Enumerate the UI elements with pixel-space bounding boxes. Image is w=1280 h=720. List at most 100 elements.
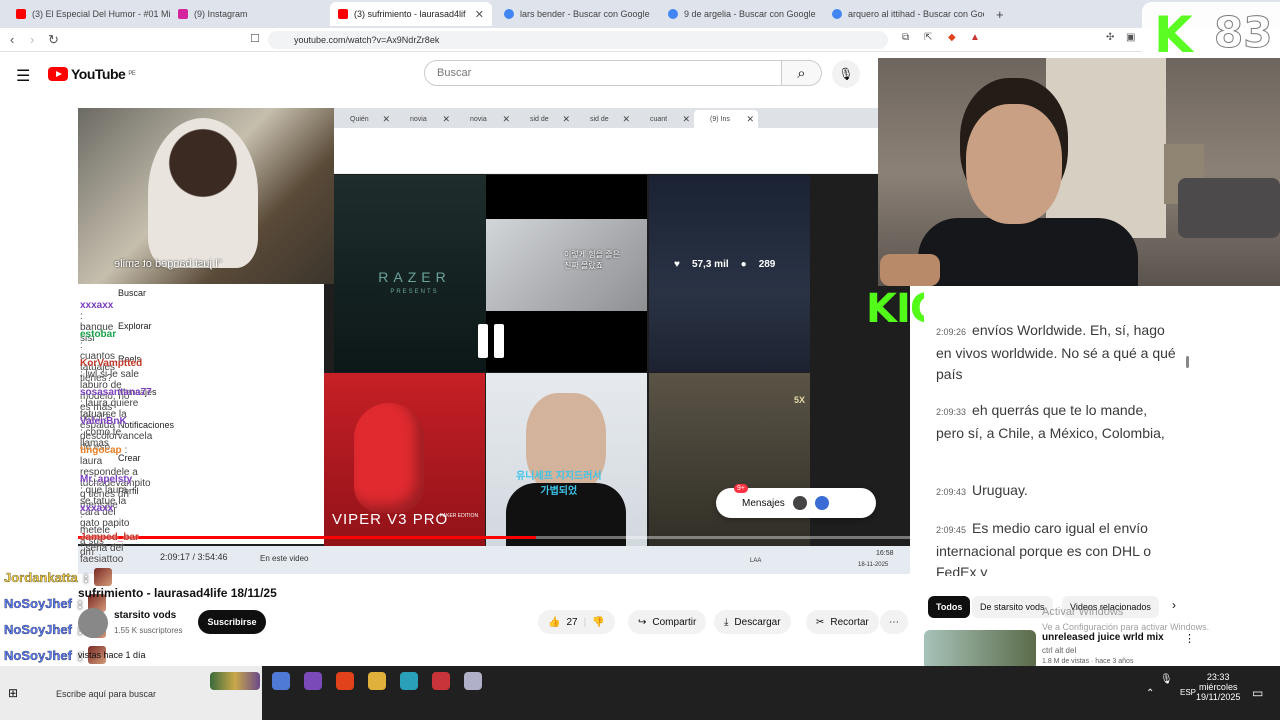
- comments-count: 289: [758, 259, 776, 270]
- ig-nav-item: Buscar: [118, 288, 147, 298]
- video-player[interactable]: Quién ✕ novia ✕ novia ✕ sid de ✕ sid de ✕ cua…: [78, 108, 910, 574]
- transcript-scrollbar[interactable]: [1186, 356, 1189, 368]
- thumbs-down-icon: 👎: [592, 616, 605, 628]
- search-button[interactable]: ⌕: [782, 60, 822, 86]
- browser-tab[interactable]: 9 de argelia - Buscar con Google: [660, 2, 824, 26]
- related-video[interactable]: unreleased juice wrld mix ctrl alt del 1…: [924, 630, 1195, 670]
- chip-channel[interactable]: De starsito vods: [972, 596, 1053, 618]
- captured-tab: novia ✕: [470, 113, 510, 124]
- desk-caption: 이렇게 힘을 줄은 진짜 몰랐죠: [564, 250, 620, 270]
- video-title: sufrimiento - laurasad4life 18/11/25: [78, 586, 277, 600]
- menu-icon[interactable]: ☰: [16, 66, 30, 86]
- notifications-icon[interactable]: ▭: [1252, 686, 1263, 700]
- microphone-tray-icon[interactable]: 🎙: [1160, 674, 1173, 685]
- related-menu-icon[interactable]: ⋮: [1184, 632, 1195, 645]
- taskbar-app-icon[interactable]: [432, 672, 450, 690]
- subscribe-button[interactable]: Suscribirse: [198, 610, 266, 634]
- new-tab-button[interactable]: +: [988, 2, 1008, 26]
- share-icon[interactable]: ⇱: [924, 32, 932, 43]
- clock-date: 19/11/2025: [1196, 692, 1241, 702]
- captured-date: 18-11-2025: [858, 562, 889, 568]
- channel-row: starsito vods 1.55 K suscriptores Suscri…: [78, 608, 278, 638]
- tray-chevron-icon[interactable]: ⌃: [1146, 688, 1154, 699]
- reload-icon[interactable]: ↻: [48, 32, 59, 48]
- pause-icon[interactable]: [478, 324, 504, 358]
- browser-tab[interactable]: arquero al ittihad - Buscar con Goog: [824, 2, 984, 26]
- captured-tab: cuant ✕: [650, 113, 690, 124]
- streamer-hand: [880, 254, 940, 286]
- like-dislike-button[interactable]: 👍 27 | 👎: [538, 610, 615, 634]
- overlay-chat-user: tingocap: [80, 445, 122, 456]
- share-button[interactable]: ↪ Compartir: [628, 610, 707, 634]
- transcript-text: Uruguay.: [972, 482, 1028, 498]
- likes-count: 57,3 mil: [691, 259, 729, 270]
- youtube-favicon-icon: [338, 9, 348, 19]
- chat-username: NoSoyJhef: [4, 621, 72, 637]
- forward-icon[interactable]: ›: [30, 32, 34, 47]
- voice-search-button[interactable]: 🎙: [832, 60, 860, 88]
- post-stats: ♥ 57,3 mil ● 289: [674, 259, 775, 270]
- transcript-line[interactable]: 2:09:33 eh querrás que te lo mande, pero …: [936, 400, 1176, 444]
- back-icon[interactable]: ‹: [10, 32, 14, 47]
- taskbar-brave-icon[interactable]: [336, 672, 354, 690]
- channel-name[interactable]: starsito vods: [114, 610, 176, 621]
- sidebar-icon[interactable]: ▣: [1126, 32, 1135, 43]
- transcript-text: Es medio caro igual el envío internacion…: [936, 520, 1152, 576]
- comment-icon: ●: [740, 259, 747, 270]
- browser-tab[interactable]: (3) El Especial Del Humor - #01 Mich: [8, 2, 170, 26]
- transcript-line[interactable]: 2:09:26 envíos Worldwide. Eh, sí, hago en…: [936, 320, 1176, 385]
- close-tab-icon[interactable]: ✕: [475, 8, 484, 21]
- search-input[interactable]: Buscar: [424, 60, 782, 86]
- url-field[interactable]: youtube.com/watch?v=Ax9NdrZr8ek: [268, 31, 888, 49]
- related-thumbnail[interactable]: [924, 630, 1036, 670]
- clip-button[interactable]: ✂ Recortar: [806, 610, 879, 634]
- avatar: [814, 496, 829, 510]
- language-indicator[interactable]: ESP: [1180, 688, 1196, 697]
- youtube-play-icon: [48, 67, 68, 81]
- taskbar-search[interactable]: Escribe aquí para buscar: [36, 684, 216, 704]
- chips-next-icon[interactable]: ›: [1172, 598, 1176, 612]
- post-tile-faker: ♥ 57,3 mil ● 289: [649, 175, 810, 372]
- taskbar-folder-icon[interactable]: [368, 672, 386, 690]
- post-tile-desk: 이렇게 힘을 줄은 진짜 몰랐죠: [486, 175, 647, 372]
- related-title[interactable]: unreleased juice wrld mix: [1042, 632, 1182, 643]
- browser-tab-active[interactable]: (3) sufrimiento - laurasad4lif ✕: [330, 2, 492, 26]
- youtube-logo[interactable]: YouTube PE: [48, 66, 136, 82]
- windows-start-icon[interactable]: ⊞: [8, 686, 18, 700]
- activate-windows-title: Activar Windows: [1042, 606, 1124, 618]
- overlay-chat-line: Jamped_bar : seria del faesiattoo: [80, 532, 139, 565]
- messages-pill[interactable]: 9+ Mensajes: [716, 484, 876, 518]
- streamer-webcam: [878, 58, 1280, 286]
- install-icon[interactable]: ⧉: [902, 32, 909, 43]
- taskbar-app-icon[interactable]: [400, 672, 418, 690]
- mouse-image: [354, 403, 424, 513]
- taskbar-thumbnail[interactable]: [210, 672, 260, 690]
- taskbar-app-icon[interactable]: [304, 672, 322, 690]
- taskbar-app-icon[interactable]: [272, 672, 290, 690]
- taskbar-clock[interactable]: 23:33 miércoles 19/11/2025: [1196, 672, 1240, 702]
- transcript-line[interactable]: 2:09:43 Uruguay.: [936, 480, 1176, 503]
- google-favicon-icon: [504, 9, 514, 19]
- kick-logo-icon: K: [1154, 6, 1193, 64]
- background-couch: [1178, 178, 1280, 238]
- rewards-icon[interactable]: ▲: [970, 32, 980, 43]
- activate-windows-sub: Ve a Configuración para activar Windows.: [1042, 622, 1210, 632]
- more-actions-button[interactable]: ⋯: [880, 610, 908, 634]
- thumbs-up-icon: 👍: [548, 616, 561, 628]
- extensions-icon[interactable]: ✣: [1106, 32, 1114, 43]
- bookmark-icon[interactable]: ☐: [250, 32, 260, 45]
- more-icon: ⋯: [889, 616, 899, 628]
- transcript-line[interactable]: 2:09:45 Es medio caro igual el envío inte…: [936, 518, 1176, 576]
- channel-avatar[interactable]: [78, 608, 108, 638]
- browser-tab[interactable]: (9) Instagram: [170, 2, 330, 26]
- download-button[interactable]: ⤓ Descargar: [714, 610, 791, 634]
- messages-label: Mensajes: [742, 497, 785, 509]
- browser-tab[interactable]: lars bender - Buscar con Google: [496, 2, 660, 26]
- captured-tab: novia ✕: [410, 113, 450, 124]
- taskbar-app-icon[interactable]: [464, 672, 482, 690]
- clock-time: 23:33: [1206, 672, 1230, 682]
- tab-label: (3) El Especial Del Humor - #01 Mich: [32, 9, 170, 19]
- progress-bar[interactable]: [78, 536, 910, 539]
- chip-all[interactable]: Todos: [928, 596, 971, 618]
- brave-shield-icon[interactable]: ◆: [948, 32, 956, 43]
